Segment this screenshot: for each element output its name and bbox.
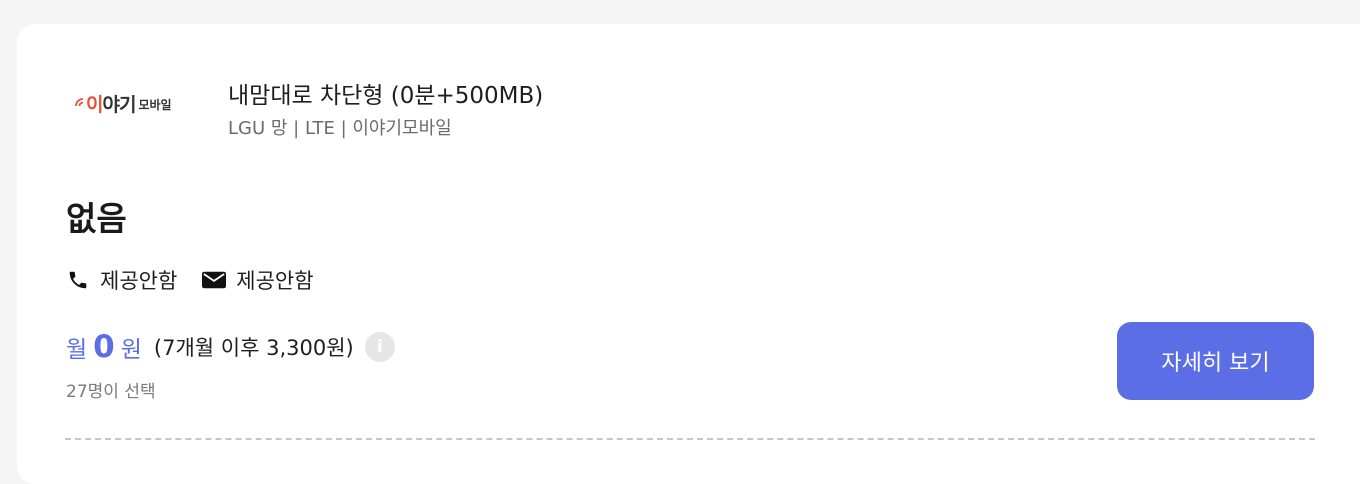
feature-call-label: 제공안함 — [100, 269, 178, 293]
price-after-note: (7개월 이후 3,300원) — [153, 336, 354, 360]
plan-title: 내맘대로 차단형 (0분+500MB) — [228, 83, 544, 109]
carrier-logo: 이 야기 모바일 — [73, 88, 193, 118]
price-value: 0 — [93, 329, 115, 365]
info-icon[interactable]: i — [364, 332, 395, 362]
dashed-divider — [65, 438, 1315, 440]
price-suffix: 원 — [120, 337, 142, 363]
detail-button[interactable]: 자세히 보기 — [1117, 322, 1314, 400]
brand-mark: 이 야기 — [73, 90, 136, 117]
price-prefix: 월 — [66, 337, 88, 363]
feature-sms-label: 제공안함 — [236, 269, 314, 293]
feature-list: 제공안함 제공안함 — [66, 265, 339, 295]
brand-prefix: 이 — [86, 93, 104, 116]
price-row: 월 0 원 (7개월 이후 3,300원) i — [66, 329, 395, 365]
feature-sms: 제공안함 — [202, 265, 314, 295]
phone-icon — [66, 268, 90, 292]
mail-icon — [202, 268, 227, 292]
signal-icon — [75, 98, 84, 107]
selected-count: 27명이 선택 — [66, 382, 156, 402]
plan-card[interactable]: 이 야기 모바일 내맘대로 차단형 (0분+500MB) LGU 망 | LTE… — [17, 24, 1360, 484]
feature-call: 제공안함 — [66, 265, 177, 295]
data-amount: 없음 — [66, 199, 127, 238]
plan-network-info: LGU 망 | LTE | 이야기모바일 — [228, 118, 452, 139]
brand-sub: 모바일 — [138, 98, 172, 112]
brand-rest: 야기 — [102, 93, 136, 116]
